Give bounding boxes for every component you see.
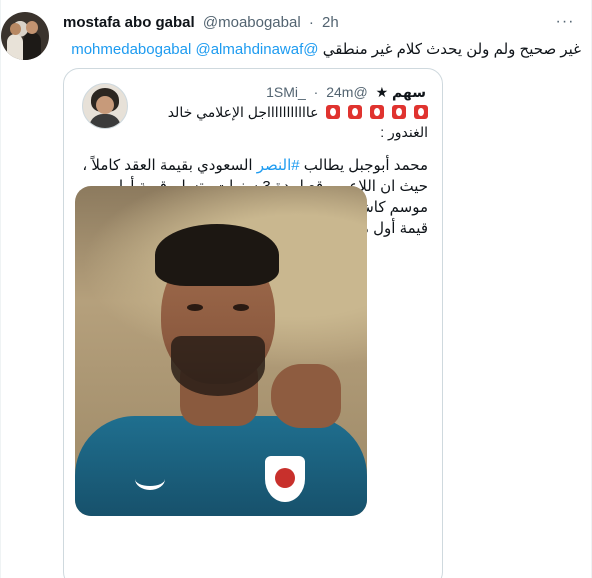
avatar-head-right [26, 21, 38, 34]
photo-hand [271, 364, 341, 428]
quoted-time-separator: · [313, 84, 319, 100]
tweet-header: mostafa abo gabal @moabogabal · 2h [63, 14, 339, 32]
photo-eye-left [187, 304, 203, 311]
tweet-body: غير صحيح ولم ولن يحدث كلام غير منطقي [322, 41, 581, 58]
tweet-text: غير صحيح ولم ولن يحدث كلام غير منطقي @mo… [63, 40, 581, 60]
quoted-timestamp[interactable]: 24m [326, 84, 353, 100]
red-alert-emoji-icon [392, 105, 407, 119]
mention-almahdinawaf[interactable]: @almahdinawaf [195, 41, 303, 58]
more-options-icon[interactable]: ··· [553, 12, 577, 32]
quoted-headline-text: عاااااااااااجل الإعلامي خالد [167, 104, 319, 120]
avatar-head-left [10, 23, 21, 35]
quoted-avatar-face [96, 96, 114, 114]
time-separator: · [308, 14, 314, 31]
team-crest-icon [265, 456, 305, 502]
photo-jersey [75, 416, 367, 516]
photo-hair [155, 224, 279, 286]
quoted-headline: عاااااااااااجل الإعلامي خالد [168, 103, 428, 121]
red-alert-emoji-icon [348, 105, 363, 119]
quoted-author-avatar[interactable] [82, 83, 128, 129]
photo-beard [171, 336, 265, 396]
author-avatar[interactable] [1, 12, 49, 60]
hashtag-link[interactable]: #النصر [257, 157, 300, 174]
quoted-body-start: محمد أبوجبل يطالب [299, 157, 428, 174]
quoted-tweet-header: سهم ★ @1SMi_ · 24m [266, 83, 426, 101]
author-name[interactable]: mostafa abo gabal [63, 14, 195, 31]
red-alert-emoji-icon [370, 105, 385, 119]
brand-logo-icon [135, 468, 165, 490]
avatar-figure-left [7, 34, 23, 60]
author-handle[interactable]: @moabogabal [203, 14, 301, 31]
quoted-subheadline: الغندور : [380, 124, 428, 140]
red-alert-emoji-icon [414, 105, 428, 119]
photo-eye-right [233, 304, 249, 311]
red-alert-emoji-icon [326, 105, 341, 119]
tweet-timestamp[interactable]: 2h [322, 14, 339, 31]
quoted-author-name[interactable]: سهم ★ [376, 84, 426, 100]
tweet-card[interactable]: mostafa abo gabal @moabogabal · 2h ··· غ… [0, 0, 592, 578]
quoted-avatar-body [89, 114, 121, 128]
quoted-tweet-photo[interactable] [75, 186, 367, 516]
avatar-figure-right [23, 32, 41, 60]
